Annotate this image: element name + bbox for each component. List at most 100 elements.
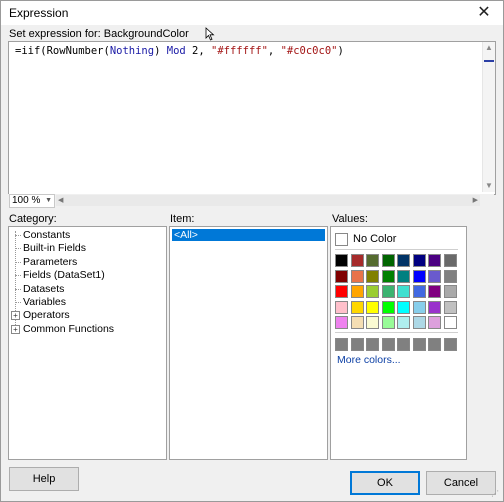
tree-item[interactable]: Built-in Fields <box>9 242 166 255</box>
recent-color-swatch[interactable] <box>350 338 364 351</box>
color-swatch[interactable] <box>443 285 457 298</box>
scroll-up-icon[interactable]: ▲ <box>483 42 495 54</box>
tree-item-label: Constants <box>23 229 71 241</box>
color-swatch[interactable] <box>397 285 410 298</box>
color-swatch[interactable] <box>350 269 364 283</box>
tree-item-label: Fields (DataSet1) <box>23 269 105 282</box>
expand-icon[interactable]: + <box>11 311 20 321</box>
color-swatch[interactable] <box>412 254 426 267</box>
editor-horizontal-scrollbar[interactable]: ◀ ▶ <box>56 195 480 206</box>
scroll-down-icon[interactable]: ▼ <box>483 180 495 192</box>
expression-token: Mod <box>166 45 186 57</box>
recent-color-swatch[interactable] <box>443 338 457 351</box>
item-list[interactable]: <All> <box>169 226 328 460</box>
color-swatch[interactable] <box>412 285 426 298</box>
resize-grip-icon[interactable]: ⋰ <box>491 489 501 499</box>
values-label: Values: <box>332 213 368 225</box>
color-swatch[interactable] <box>412 316 426 329</box>
color-swatch[interactable] <box>381 269 395 283</box>
tree-item[interactable]: Parameters <box>9 256 166 269</box>
color-swatch[interactable] <box>397 269 410 283</box>
no-color-label: No Color <box>353 233 397 245</box>
editor-vertical-scrollbar[interactable]: ▲ ▼ <box>482 42 495 192</box>
recent-color-swatch[interactable] <box>381 338 395 351</box>
tree-item-label: Built-in Fields <box>23 242 87 255</box>
close-icon[interactable]: ✕ <box>469 1 499 25</box>
color-swatch[interactable] <box>428 254 441 267</box>
expression-label: Set expression for: BackgroundColor <box>9 28 189 40</box>
color-swatch[interactable] <box>350 300 364 314</box>
color-swatch[interactable] <box>366 285 379 298</box>
color-swatch[interactable] <box>397 300 410 314</box>
color-swatch[interactable] <box>397 254 410 267</box>
color-swatch[interactable] <box>381 254 395 267</box>
category-tree[interactable]: Constants Built-in Fields Parameters Fields… <box>8 226 167 460</box>
color-swatch[interactable] <box>443 300 457 314</box>
color-swatch[interactable] <box>428 285 441 298</box>
cancel-button[interactable]: Cancel <box>426 471 496 495</box>
tree-connector <box>15 261 21 263</box>
recent-color-swatch[interactable] <box>428 338 441 351</box>
zoom-value: 100 % <box>12 195 41 206</box>
list-item-selected[interactable]: <All> <box>172 229 325 241</box>
color-swatch[interactable] <box>350 316 364 329</box>
tree-item[interactable]: + Common Functions <box>9 323 166 336</box>
color-swatch[interactable] <box>428 269 441 283</box>
tree-connector <box>15 248 21 250</box>
color-swatch[interactable] <box>428 316 441 329</box>
expression-editor[interactable]: =iif(RowNumber(Nothing) Mod 2, "#ffffff"… <box>8 41 496 195</box>
expression-token: 2, <box>185 45 212 57</box>
more-colors-link[interactable]: More colors... <box>337 354 401 366</box>
recent-color-swatch[interactable] <box>335 338 348 351</box>
color-swatch[interactable] <box>335 254 348 267</box>
ok-button[interactable]: OK <box>350 471 420 495</box>
tree-item[interactable]: Variables <box>9 296 166 309</box>
recent-color-swatch[interactable] <box>397 338 410 351</box>
mouse-cursor-icon <box>205 27 215 41</box>
tree-connector <box>15 235 21 236</box>
expression-token: ) <box>337 45 344 57</box>
recent-color-swatch[interactable] <box>412 338 426 351</box>
tree-item[interactable]: + Operators <box>9 309 166 322</box>
expression-text[interactable]: =iif(RowNumber(Nothing) Mod 2, "#ffffff"… <box>15 45 344 57</box>
expression-token: Nothing <box>109 45 155 57</box>
color-swatch[interactable] <box>335 285 348 298</box>
color-swatch[interactable] <box>366 254 379 267</box>
color-swatch[interactable] <box>335 316 348 329</box>
values-panel[interactable]: No Color More colors... <box>330 226 467 460</box>
help-button[interactable]: Help <box>9 467 79 491</box>
editor-footer: 100 % ▼ ◀ ▶ <box>8 194 494 208</box>
tree-item-label: Datasets <box>23 282 65 295</box>
color-swatch[interactable] <box>350 285 364 298</box>
expression-token: "#c0c0c0" <box>280 45 338 57</box>
color-swatch[interactable] <box>397 316 410 329</box>
expression-dialog: Expression ✕ Set expression for: Backgro… <box>0 0 504 502</box>
no-color-swatch[interactable] <box>335 233 348 246</box>
color-swatch[interactable] <box>366 269 379 283</box>
color-swatch[interactable] <box>428 300 441 314</box>
color-swatch[interactable] <box>366 300 379 314</box>
window-title: Expression <box>9 6 69 20</box>
color-swatch[interactable] <box>381 285 395 298</box>
color-swatch[interactable] <box>412 300 426 314</box>
expression-token: "#ffffff" <box>211 45 268 57</box>
scroll-right-icon[interactable]: ▶ <box>473 195 478 206</box>
color-swatch[interactable] <box>381 316 395 329</box>
recent-color-swatch[interactable] <box>366 338 379 351</box>
color-swatch[interactable] <box>366 316 379 329</box>
color-swatch[interactable] <box>443 269 457 283</box>
color-swatch[interactable] <box>335 300 348 314</box>
tree-item[interactable]: Datasets <box>9 283 166 296</box>
scroll-left-icon[interactable]: ◀ <box>58 195 63 206</box>
tree-item[interactable]: Constants <box>9 229 166 242</box>
color-swatch[interactable] <box>443 254 457 267</box>
zoom-select[interactable]: 100 % ▼ <box>9 194 55 208</box>
color-swatch[interactable] <box>335 269 348 283</box>
expand-icon[interactable]: + <box>11 324 20 334</box>
color-swatch[interactable] <box>443 316 457 329</box>
color-swatch[interactable] <box>381 300 395 314</box>
tree-item[interactable]: Fields (DataSet1) <box>9 269 166 282</box>
divider <box>335 332 458 333</box>
color-swatch[interactable] <box>412 269 426 283</box>
color-swatch[interactable] <box>350 254 364 267</box>
